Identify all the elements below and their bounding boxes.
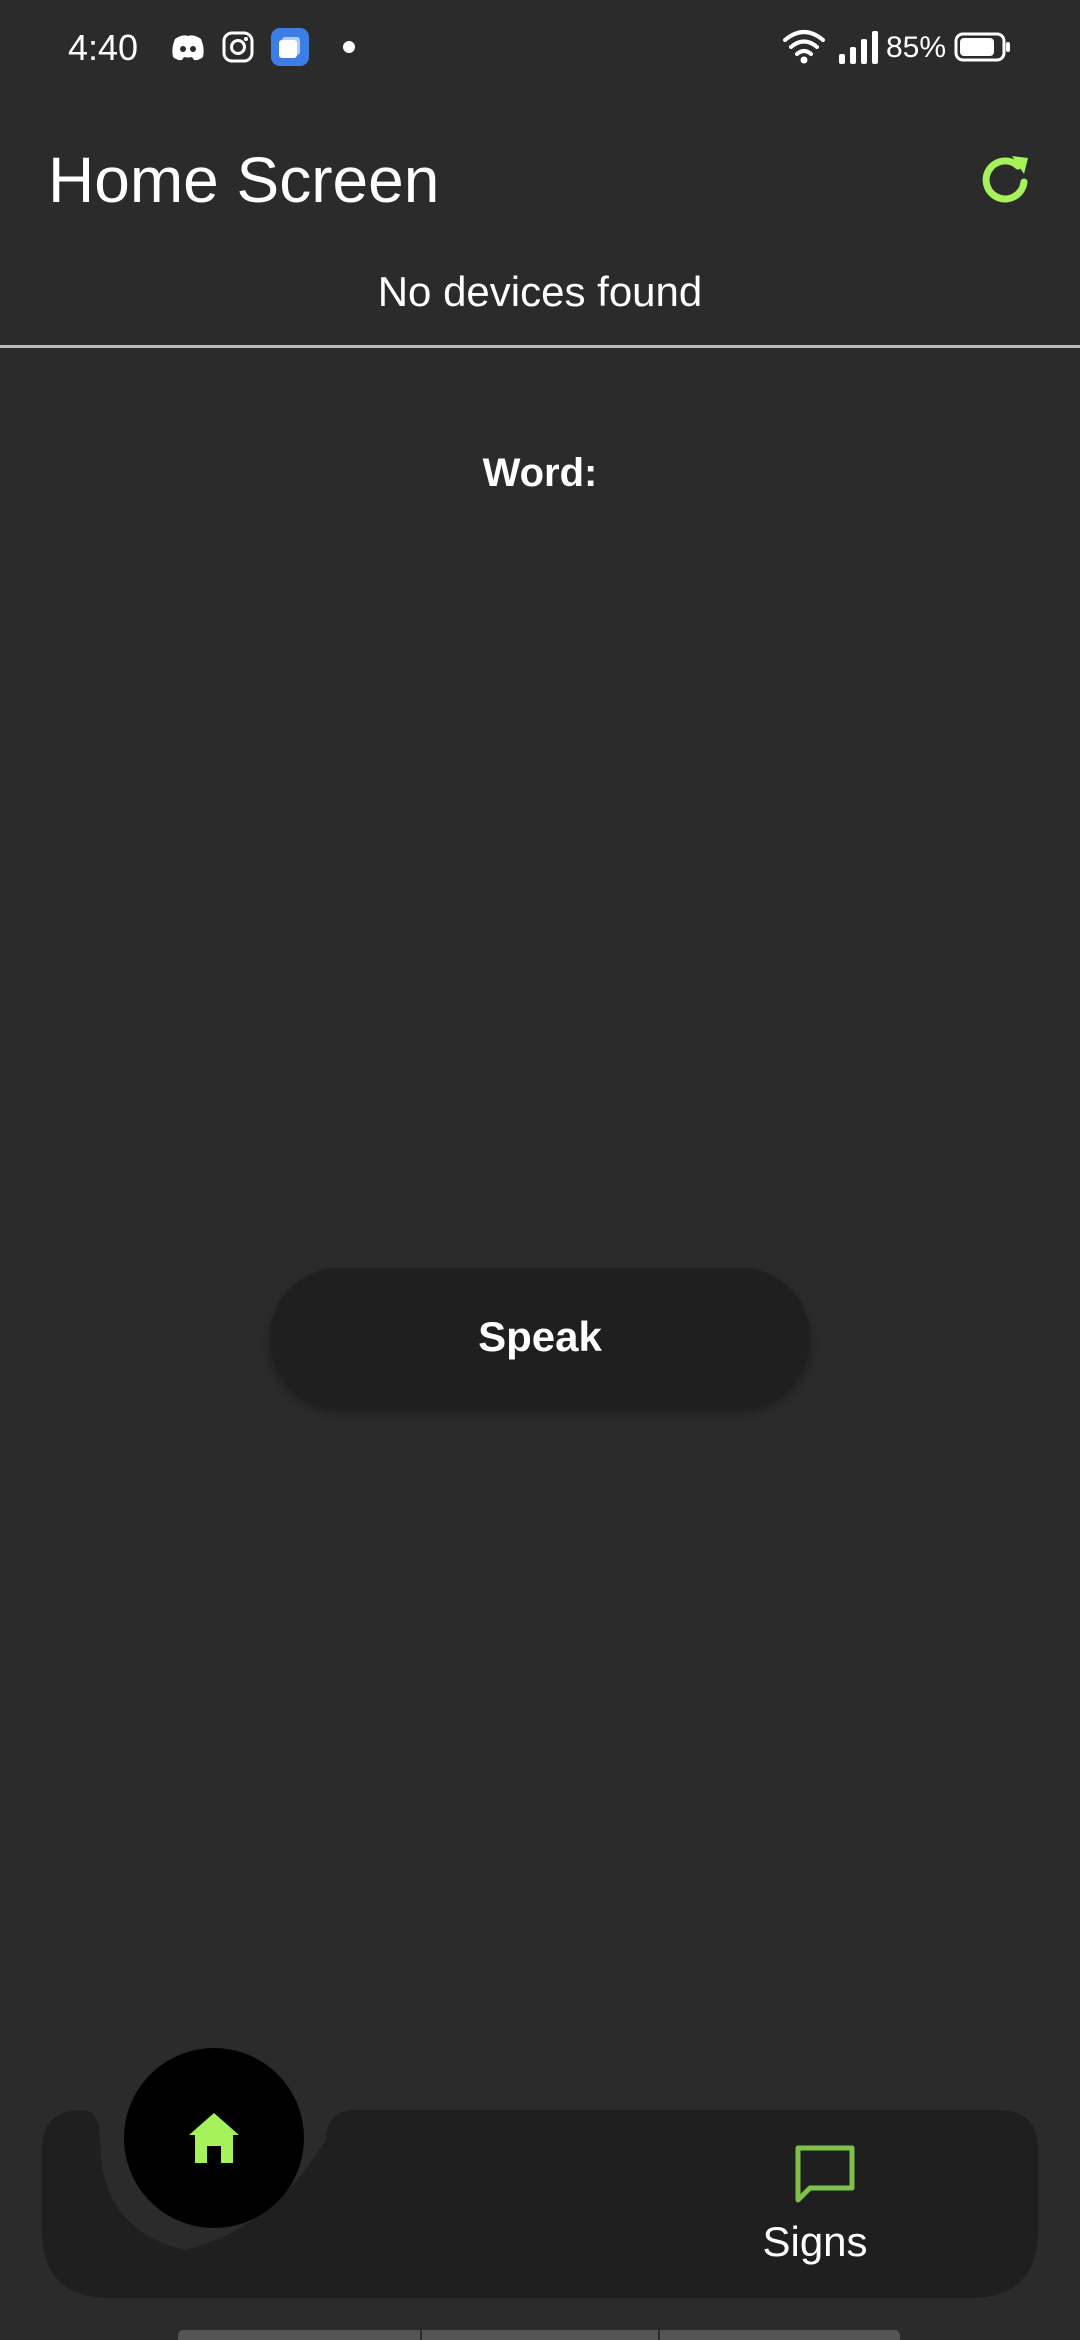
gesture-bar-separator — [658, 2330, 660, 2340]
screen: 4:40 85% Home Screen No devices found Wo… — [0, 0, 1080, 2340]
status-time: 4:40 — [68, 27, 139, 68]
app-icon — [271, 28, 309, 66]
signal-icon — [839, 31, 878, 64]
refresh-icon — [982, 156, 1028, 203]
gesture-bar-separator — [420, 2330, 422, 2340]
divider — [0, 345, 1080, 348]
status-bar: 4:40 85% — [0, 0, 1080, 96]
instagram-icon — [222, 31, 254, 63]
nav-home-button[interactable] — [124, 2048, 304, 2228]
speak-button[interactable]: Speak — [270, 1268, 810, 1406]
device-status: No devices found — [377, 268, 703, 315]
dot-icon — [343, 41, 355, 53]
battery-percent: 85% — [886, 31, 947, 64]
word-label: Word: — [482, 451, 598, 495]
nav-signs-label: Signs — [762, 2218, 868, 2265]
battery-icon — [954, 32, 1010, 62]
gesture-bar[interactable] — [178, 2330, 900, 2340]
nav-signs-button[interactable]: Signs — [740, 2134, 890, 2274]
refresh-button[interactable] — [970, 144, 1042, 216]
discord-icon — [172, 35, 204, 61]
page-title: Home Screen — [48, 144, 440, 216]
home-icon — [189, 2113, 239, 2163]
chat-icon — [795, 2145, 855, 2203]
wifi-icon — [783, 30, 825, 64]
